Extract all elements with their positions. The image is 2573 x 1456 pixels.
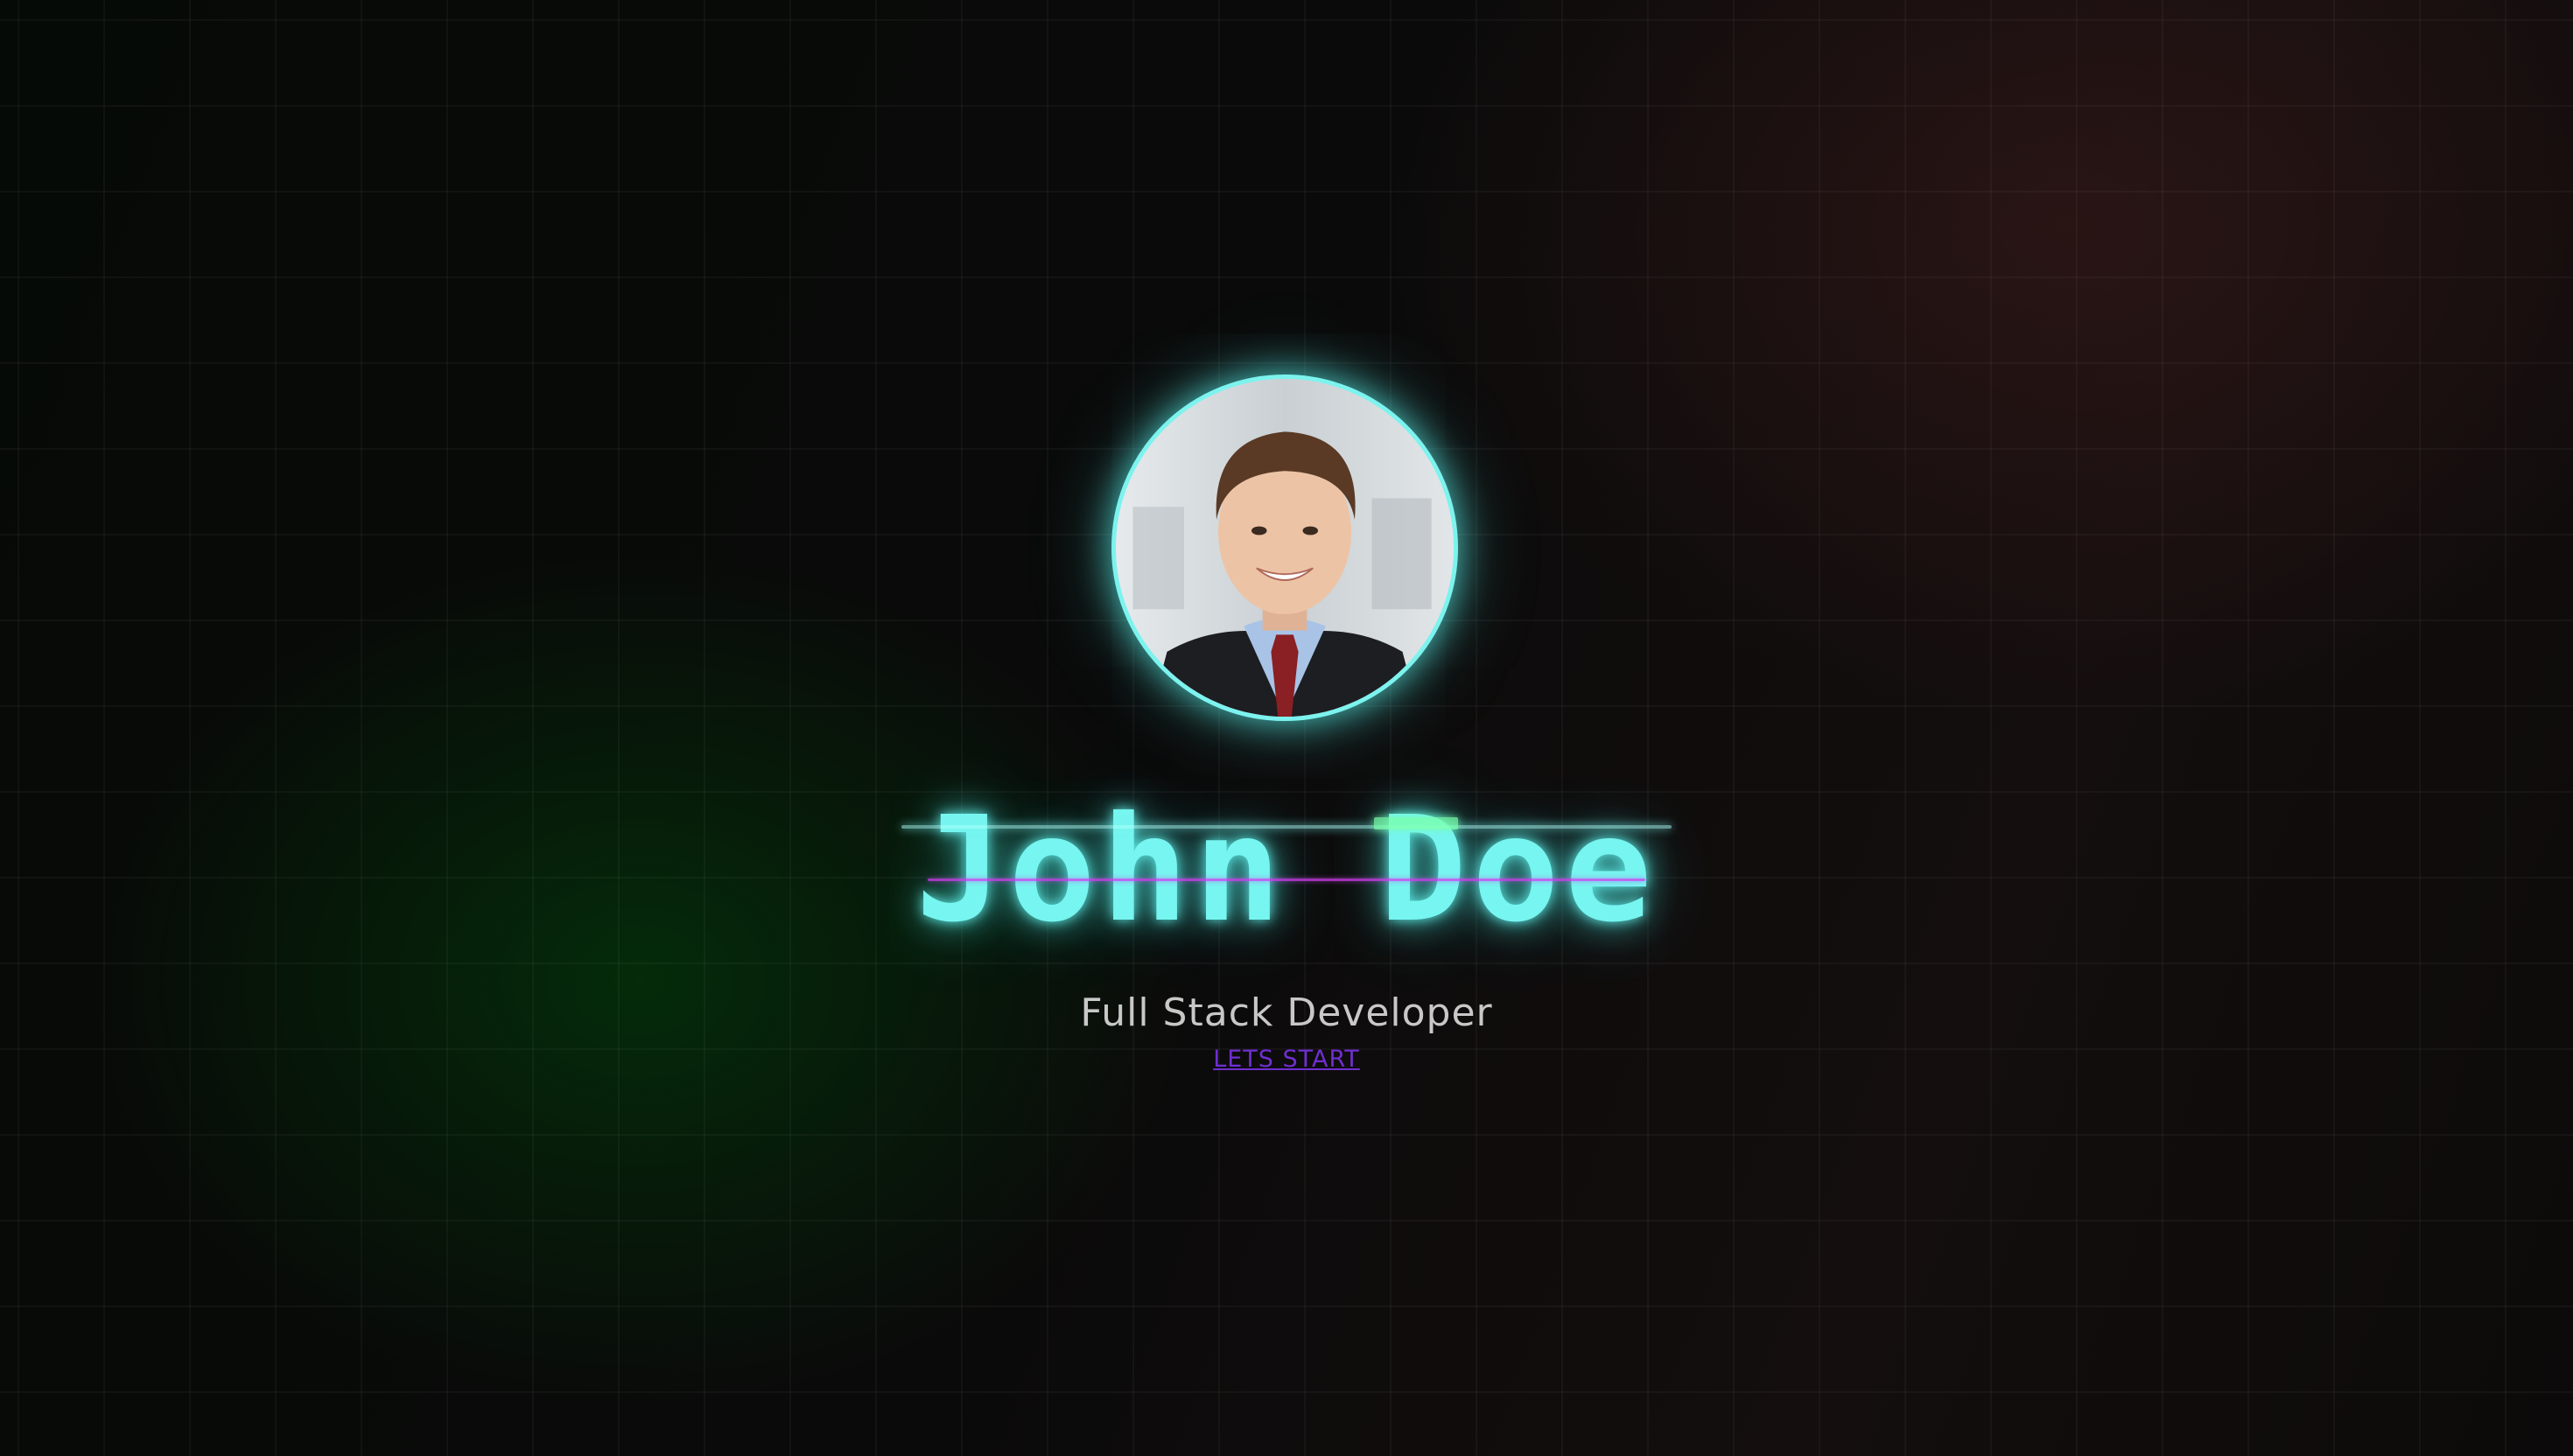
name-heading-group: John Doe — [875, 788, 1698, 954]
name-heading: John Doe — [915, 786, 1658, 955]
lets-start-link[interactable]: LETS START — [1111, 1042, 1462, 1077]
job-title: Full Stack Developer — [1080, 990, 1493, 1035]
glitch-bar-green — [1374, 817, 1458, 830]
avatar — [1111, 374, 1458, 721]
background-grid — [0, 0, 2573, 1456]
glitch-line-top — [901, 825, 1672, 829]
glitch-line-magenta — [928, 878, 1645, 881]
profile-photo — [1116, 379, 1454, 717]
hero-section: John Doe Full Stack Developer LETS START — [0, 0, 2573, 1456]
